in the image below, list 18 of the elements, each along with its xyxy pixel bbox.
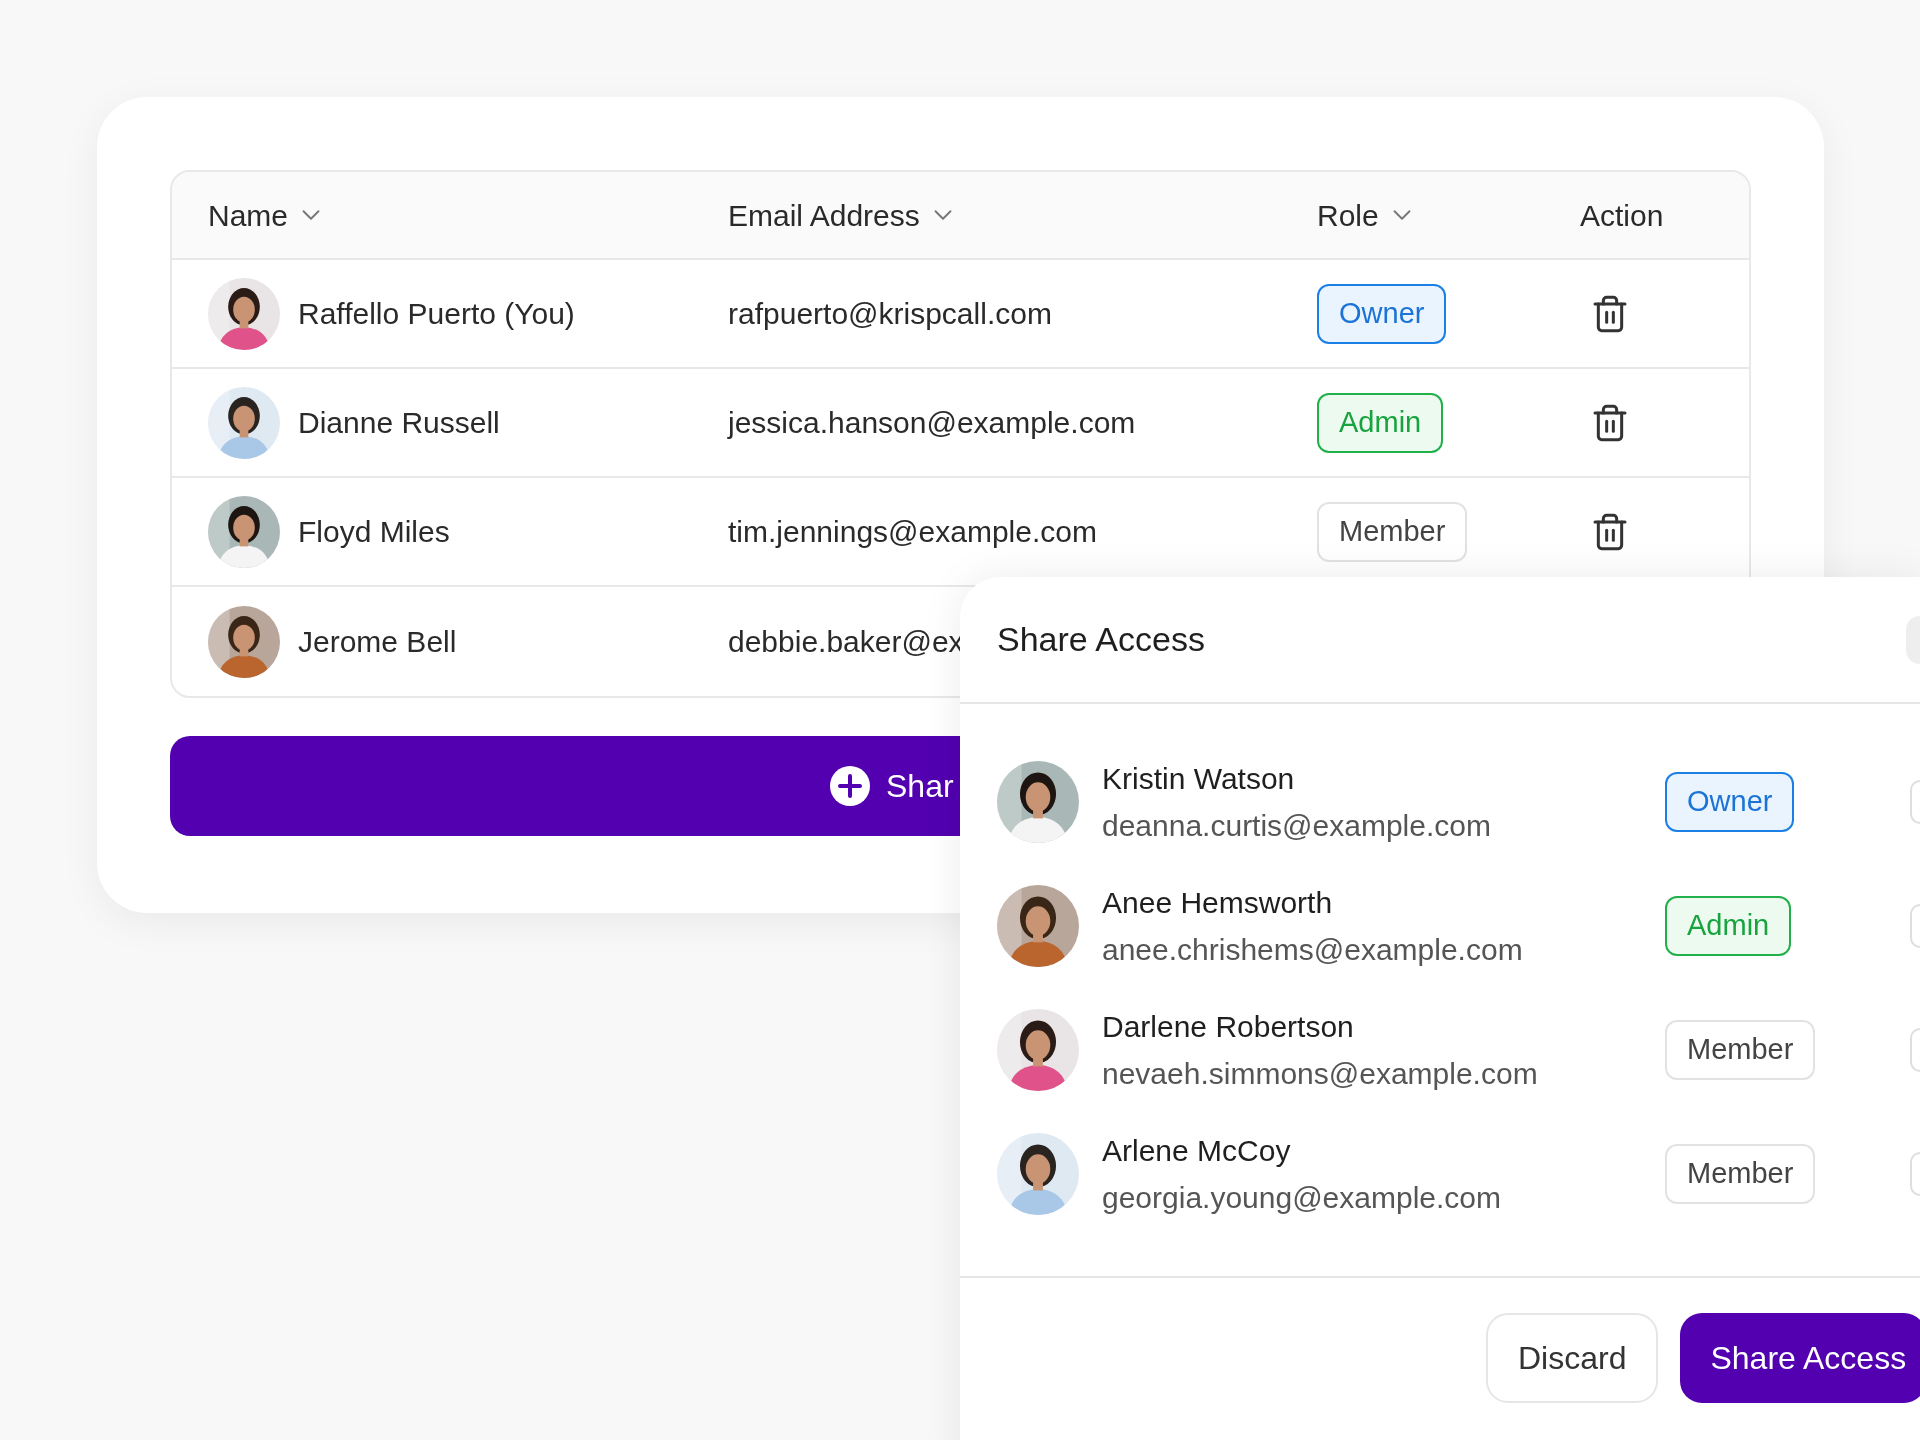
member-email: debbie.baker@ex [728, 625, 964, 658]
person-name: Kristin Watson [1102, 760, 1296, 797]
panel-title: Share Access [997, 619, 1205, 660]
person-name: Darlene Robertson [1102, 1008, 1355, 1045]
member-name: Jerome Bell [298, 624, 457, 660]
member-email: tim.jennings@example.com [728, 515, 1097, 548]
person-email: deanna.curtis@example.com [1102, 807, 1492, 844]
member-name: Dianne Russell [298, 405, 500, 441]
member-email: jessica.hanson@example.com [728, 406, 1136, 439]
person-email: georgia.young@example.com [1102, 1179, 1502, 1216]
person-email: nevaeh.simmons@example.com [1102, 1055, 1539, 1092]
person-email: anee.chrishems@example.com [1102, 931, 1524, 968]
member-name: Floyd Miles [298, 514, 450, 550]
member-email: rafpuerto@krispcall.com [728, 297, 1052, 330]
person-name: Arlene McCoy [1102, 1132, 1292, 1169]
member-name: Raffello Puerto (You) [298, 296, 575, 332]
column-header: Action [1580, 197, 1664, 234]
person-name: Anee Hemsworth [1102, 884, 1334, 921]
